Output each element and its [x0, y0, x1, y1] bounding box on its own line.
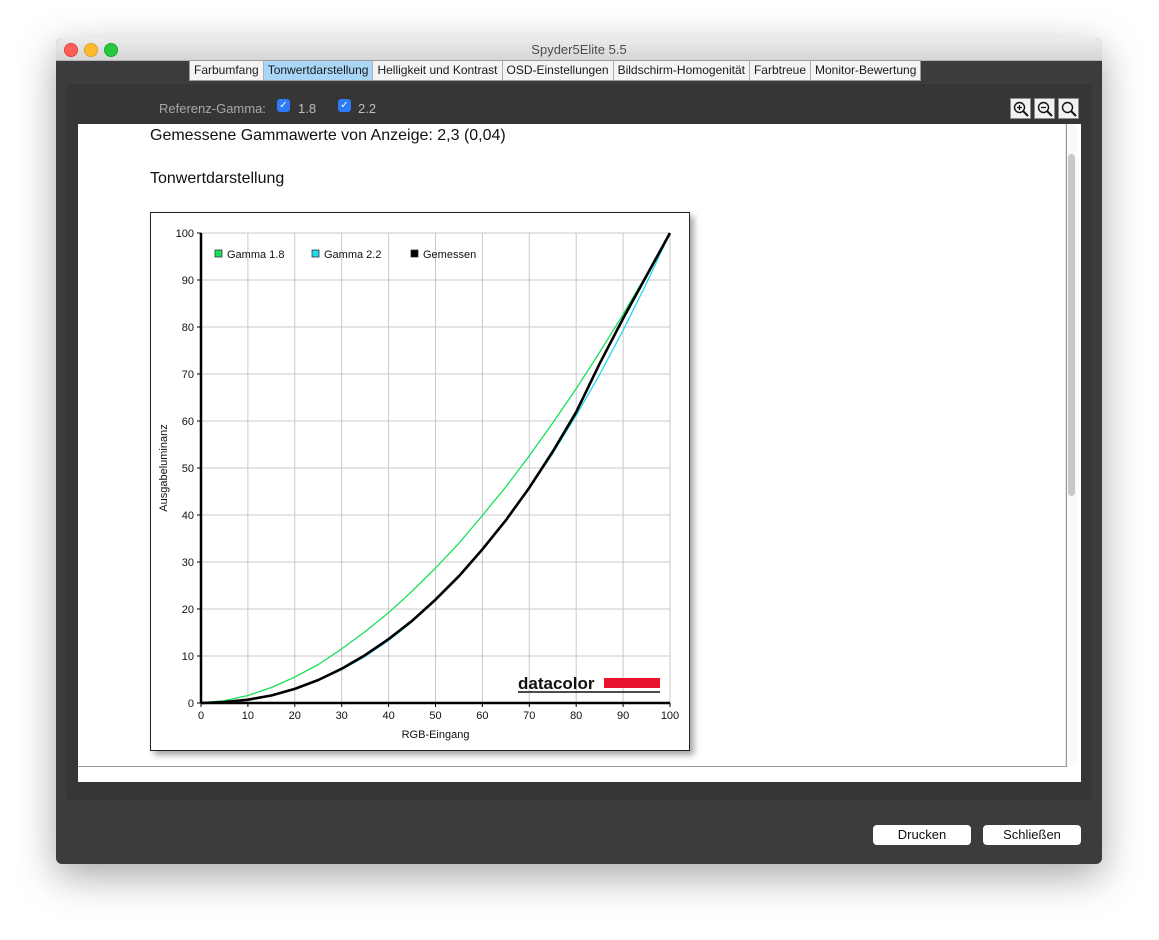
x-tick-label: 20 — [289, 710, 301, 722]
y-tick-label: 100 — [176, 228, 194, 240]
section-title: Tonwertdarstellung — [150, 170, 285, 187]
y-tick-label: 80 — [182, 322, 194, 334]
logo-text: datacolor — [518, 674, 595, 693]
tone-response-chart: 0 10 20 30 40 50 60 70 80 90 100 0 10 20 30 40 50 60 70 80 9… — [150, 212, 690, 751]
tab-farbumfang[interactable]: Farbumfang — [190, 61, 264, 80]
gamma-2-2-checkbox[interactable]: ✓ — [338, 99, 351, 112]
chart-axes: 0 10 20 30 40 50 60 70 80 90 100 0 10 20 30 40 50 60 70 80 9… — [158, 228, 679, 741]
x-tick-label: 30 — [336, 710, 348, 722]
tab-monitor-bewertung[interactable]: Monitor-Bewertung — [811, 61, 920, 80]
close-button[interactable]: Schließen — [983, 825, 1081, 845]
y-tick-label: 60 — [182, 416, 194, 428]
tab-tonwertdarstellung[interactable]: Tonwertdarstellung — [263, 61, 374, 80]
x-tick-label: 80 — [570, 710, 582, 722]
tab-bildschirm-homogenitaet[interactable]: Bildschirm-Homogenität — [614, 61, 750, 80]
gamma-1-8-checkbox[interactable]: ✓ — [277, 99, 290, 112]
x-tick-label: 100 — [661, 710, 679, 722]
scrollbar-thumb[interactable] — [1068, 154, 1075, 496]
x-axis-title: RGB-Eingang — [402, 729, 470, 741]
y-tick-label: 70 — [182, 369, 194, 381]
chart-grid — [200, 232, 671, 704]
y-tick-label: 20 — [182, 604, 194, 616]
y-tick-label: 50 — [182, 463, 194, 475]
y-tick-label: 40 — [182, 510, 194, 522]
zoom-in-button[interactable] — [1010, 98, 1031, 119]
content-edge — [1066, 124, 1067, 767]
tab-helligkeit-kontrast[interactable]: Helligkeit und Kontrast — [373, 61, 503, 80]
y-tick-label: 0 — [188, 698, 194, 710]
legend-swatch-2 — [311, 249, 320, 258]
zoom-out-icon — [1037, 101, 1053, 117]
zoom-reset-icon — [1061, 101, 1077, 117]
app-window: Spyder5Elite 5.5 Farbumfang Tonwertdarst… — [56, 38, 1102, 864]
window-title: Spyder5Elite 5.5 — [531, 42, 627, 57]
x-tick-label: 70 — [523, 710, 535, 722]
x-tick-label: 50 — [429, 710, 441, 722]
reference-gamma-label: Referenz-Gamma: — [159, 101, 266, 116]
print-button[interactable]: Drucken — [873, 825, 971, 845]
gamma-1-8-label: 1.8 — [298, 101, 317, 116]
legend-swatch-1 — [214, 249, 223, 258]
datacolor-logo: datacolor — [518, 674, 660, 693]
measured-gamma-text: Gemessene Gammawerte von Anzeige: 2,3 (0… — [150, 127, 506, 144]
x-tick-label: 0 — [198, 710, 204, 722]
legend-label-2: Gamma 2.2 — [324, 249, 381, 261]
zoom-reset-button[interactable] — [1058, 98, 1079, 119]
report-area: Gemessene Gammawerte von Anzeige: 2,3 (0… — [78, 124, 1081, 782]
x-tick-label: 10 — [242, 710, 254, 722]
content-divider — [78, 766, 1067, 767]
tab-osd-einstellungen[interactable]: OSD-Einstellungen — [503, 61, 614, 80]
gamma-2-2-label: 2.2 — [358, 101, 377, 116]
x-tick-label: 60 — [476, 710, 488, 722]
x-tick-label: 40 — [382, 710, 394, 722]
tab-farbtreue[interactable]: Farbtreue — [750, 61, 811, 80]
logo-bar — [604, 678, 660, 688]
chart-svg: 0 10 20 30 40 50 60 70 80 90 100 0 10 20 30 40 50 60 70 80 9… — [158, 228, 679, 741]
zoom-out-button[interactable] — [1034, 98, 1055, 119]
chart-legend: Gamma 1.8 Gamma 2.2 Gemessen — [214, 249, 476, 261]
x-tick-label: 90 — [617, 710, 629, 722]
y-tick-label: 10 — [182, 651, 194, 663]
y-axis-title: Ausgabeluminanz — [158, 424, 170, 511]
legend-swatch-3 — [410, 249, 419, 258]
y-tick-label: 30 — [182, 557, 194, 569]
legend-label-3: Gemessen — [423, 249, 476, 261]
tab-bar: Farbumfang Tonwertdarstellung Helligkeit… — [189, 60, 922, 81]
title-bar: Spyder5Elite 5.5 — [56, 38, 1102, 61]
zoom-in-icon — [1013, 101, 1029, 117]
y-tick-label: 90 — [182, 275, 194, 287]
legend-label-1: Gamma 1.8 — [227, 249, 284, 261]
